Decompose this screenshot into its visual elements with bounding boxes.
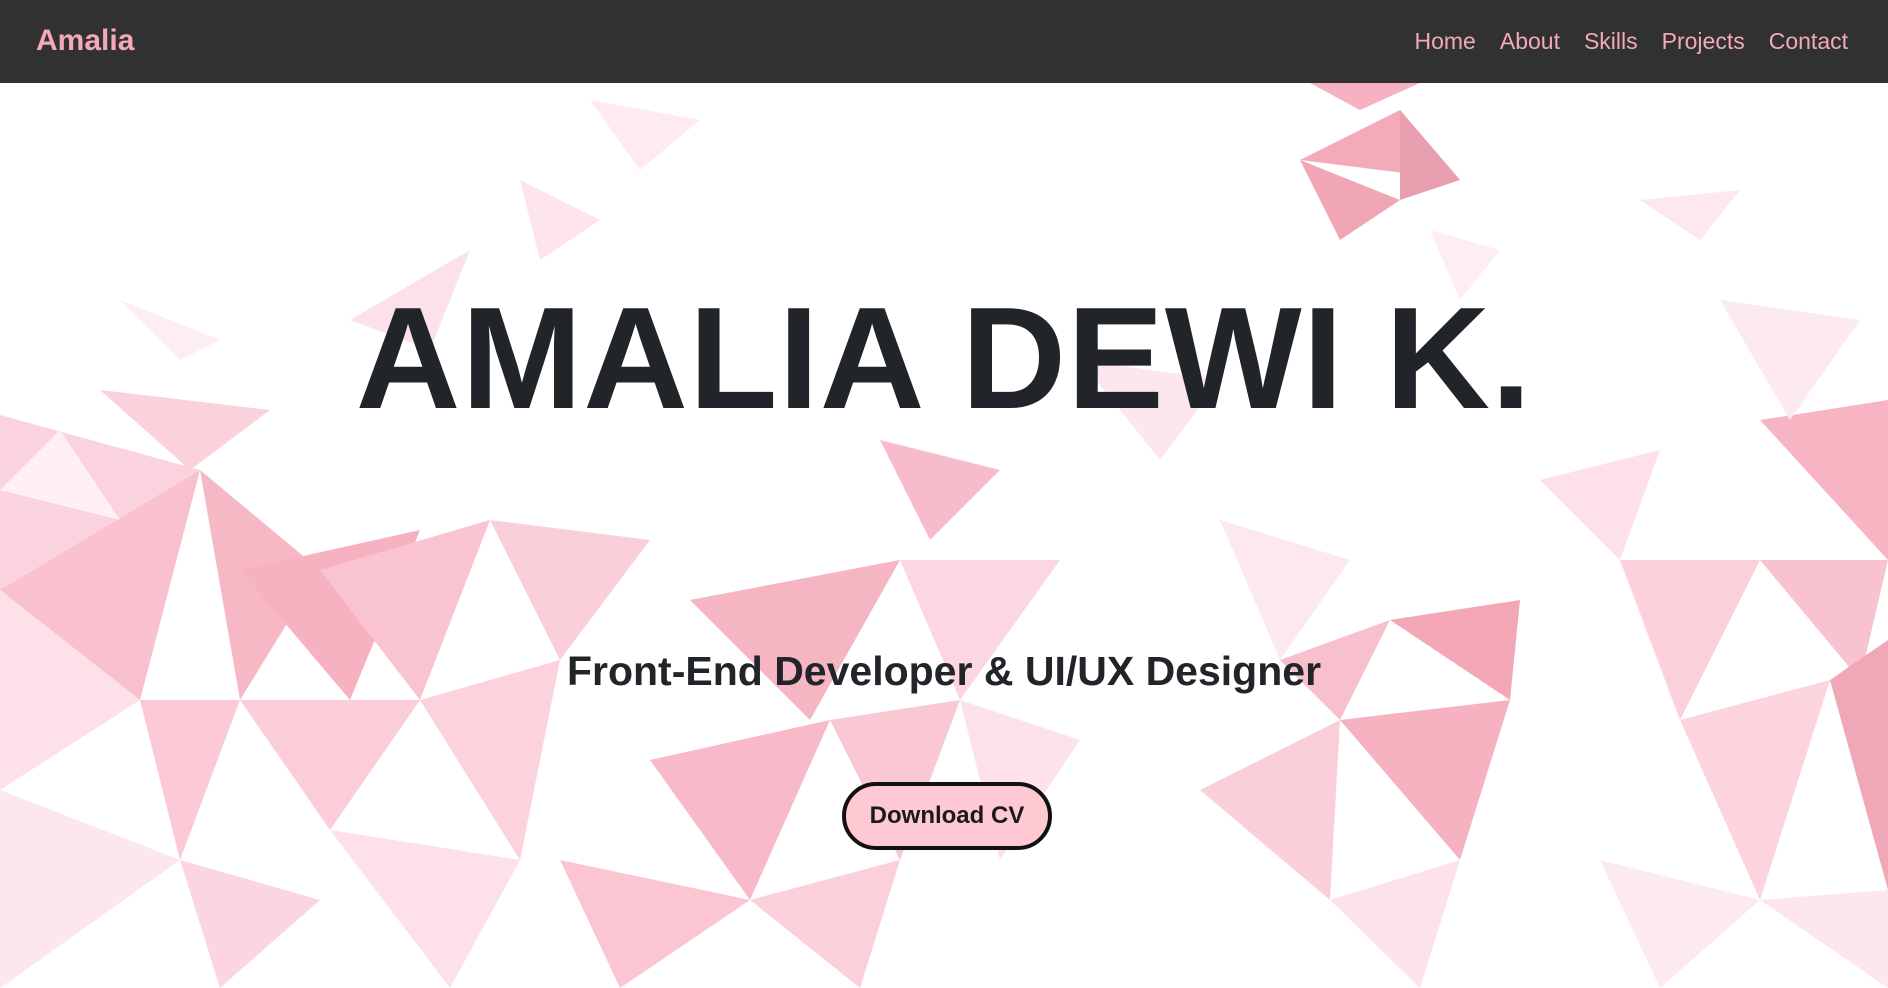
brand-logo-link[interactable]: Amalia	[36, 24, 134, 58]
nav-link-skills[interactable]: Skills	[1584, 26, 1638, 56]
nav-links: Home About Skills Projects Contact	[1391, 26, 1849, 56]
nav-link-contact[interactable]: Contact	[1769, 26, 1848, 56]
hero-subtitle: Front-End Developer & UI/UX Designer	[566, 648, 1322, 694]
nav-link-about[interactable]: About	[1500, 26, 1560, 56]
download-cv-button[interactable]: Download CV	[842, 782, 1052, 850]
nav-link-projects[interactable]: Projects	[1662, 26, 1745, 56]
hero-title: AMALIA DEWI K.	[355, 277, 1533, 439]
hero-section: AMALIA DEWI K. Front-End Developer & UI/…	[0, 83, 1888, 988]
nav-link-home[interactable]: Home	[1415, 26, 1476, 56]
top-navbar: Amalia Home About Skills Projects Contac…	[0, 0, 1888, 83]
